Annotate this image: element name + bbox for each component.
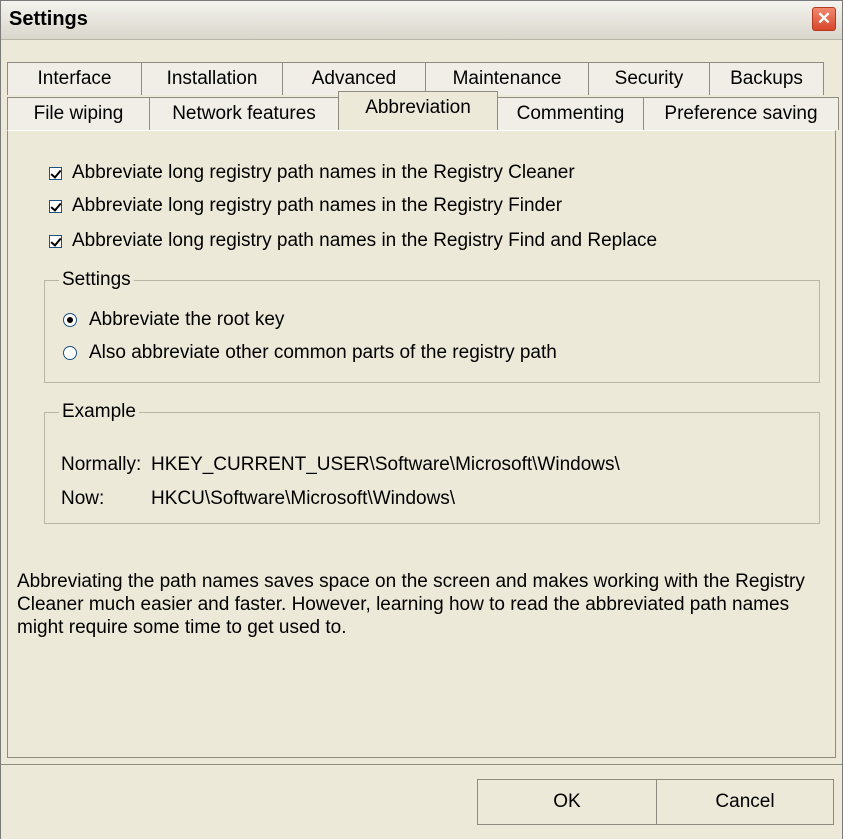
tab-preference-saving[interactable]: Preference saving <box>643 97 839 130</box>
checkbox-row-find-replace[interactable]: Abbreviate long registry path names in t… <box>49 230 657 252</box>
checkbox-registry-finder[interactable] <box>49 199 62 213</box>
radio-label: Abbreviate the root key <box>89 309 285 330</box>
settings-groupbox: Settings <box>44 269 820 383</box>
tab-interface[interactable]: Interface <box>7 62 142 95</box>
checkbox-find-replace[interactable] <box>49 234 62 248</box>
radio-row-common-parts[interactable]: Also abbreviate other common parts of th… <box>63 342 557 364</box>
window-title: Settings <box>9 8 88 30</box>
button-bar: OK Cancel <box>1 764 842 839</box>
radio-row-root-key[interactable]: Abbreviate the root key <box>63 309 284 331</box>
settings-group-label: Settings <box>59 269 134 291</box>
checkbox-label: Abbreviate long registry path names in t… <box>72 230 658 251</box>
example-normally-value: HKEY_CURRENT_USER\Software\Microsoft\Win… <box>151 454 620 475</box>
tab-security[interactable]: Security <box>588 62 710 95</box>
checkbox-label: Abbreviate long registry path names in t… <box>72 162 575 183</box>
tab-abbreviation[interactable]: Abbreviation <box>338 91 498 129</box>
example-now-value: HKCU\Software\Microsoft\Windows\ <box>151 488 456 509</box>
checkbox-label: Abbreviate long registry path names in t… <box>72 195 563 216</box>
tab-network-features[interactable]: Network features <box>149 97 339 130</box>
tab-backups[interactable]: Backups <box>709 62 824 95</box>
radio-common-parts[interactable] <box>63 346 77 360</box>
tab-commenting[interactable]: Commenting <box>497 97 644 130</box>
checkbox-row-registry-finder[interactable]: Abbreviate long registry path names in t… <box>49 195 562 217</box>
tab-file-wiping[interactable]: File wiping <box>7 97 150 130</box>
checkbox-row-registry-cleaner[interactable]: Abbreviate long registry path names in t… <box>49 162 575 184</box>
example-now-label: Now: <box>61 488 105 509</box>
checkbox-registry-cleaner[interactable] <box>49 166 62 180</box>
ok-button[interactable]: OK <box>477 779 657 825</box>
radio-label: Also abbreviate other common parts of th… <box>89 342 557 363</box>
tab-installation[interactable]: Installation <box>141 62 283 95</box>
radio-root-key[interactable] <box>63 313 77 327</box>
example-group-label: Example <box>59 401 139 423</box>
close-icon[interactable]: ✕ <box>812 7 836 31</box>
settings-window: Settings ✕ Interface Installation Advanc… <box>0 0 843 839</box>
cancel-button[interactable]: Cancel <box>656 779 834 825</box>
title-bar: Settings ✕ <box>1 1 842 40</box>
tab-row-2: File wiping Network features Abbreviatio… <box>7 91 839 130</box>
description-text: Abbreviating the path names saves space … <box>17 571 805 638</box>
example-normally-label: Normally: <box>61 454 142 475</box>
